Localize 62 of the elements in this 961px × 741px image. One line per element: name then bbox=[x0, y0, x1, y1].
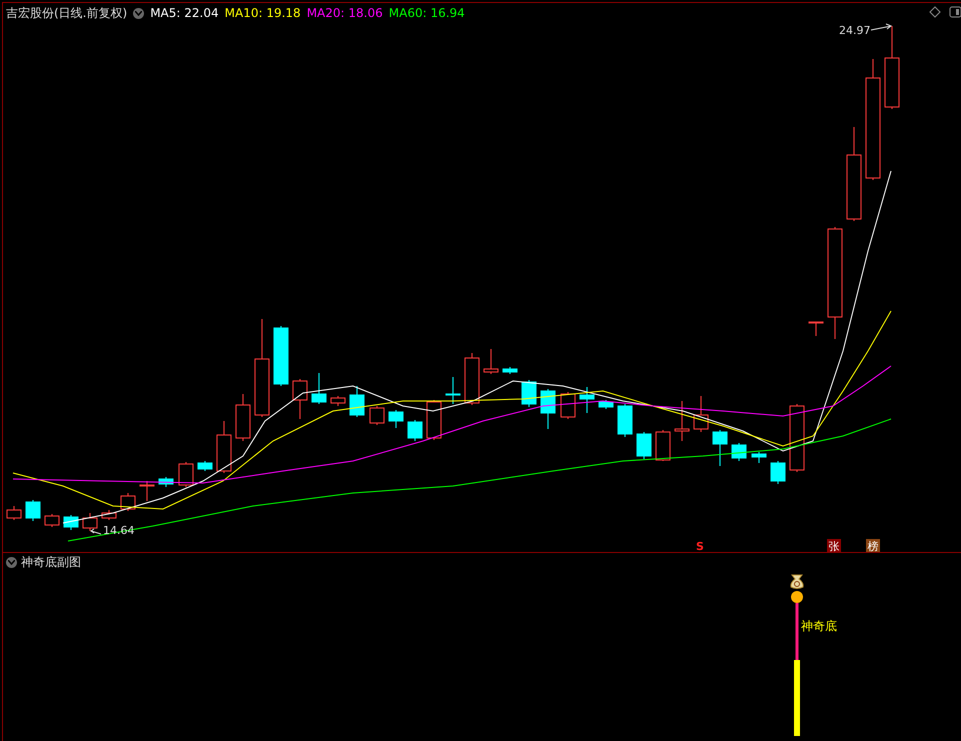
moving-average-legend: MA5: 22.04 bbox=[150, 6, 219, 20]
candlestick bbox=[808, 322, 824, 336]
signal-label: 神奇底 bbox=[801, 619, 837, 633]
candlestick bbox=[158, 476, 174, 488]
candlestick bbox=[82, 512, 98, 532]
candlestick bbox=[350, 386, 364, 418]
candlestick bbox=[656, 430, 670, 462]
candlestick bbox=[732, 442, 746, 462]
candlestick bbox=[140, 480, 154, 502]
candlestick bbox=[636, 432, 652, 460]
candlestick bbox=[64, 514, 78, 530]
leader-line bbox=[870, 24, 892, 30]
candlestick bbox=[178, 462, 194, 488]
candlestick bbox=[44, 514, 60, 528]
candlestick bbox=[330, 396, 346, 406]
dropdown-icon[interactable] bbox=[6, 556, 17, 568]
indicator-title: 神奇底副图 bbox=[21, 554, 81, 570]
candlestick bbox=[408, 420, 422, 442]
candlestick bbox=[102, 510, 116, 520]
candlestick bbox=[580, 386, 594, 414]
moving-average-legend: MA10: 19.18 bbox=[224, 6, 301, 20]
moving-average-legend: MA60: 16.94 bbox=[388, 6, 465, 20]
candlestick bbox=[484, 348, 498, 374]
dropdown-icon[interactable] bbox=[133, 8, 144, 18]
candlestick bbox=[216, 420, 232, 474]
signal-line bbox=[796, 603, 798, 660]
candlestick bbox=[6, 506, 22, 520]
candlestick bbox=[560, 392, 576, 420]
candlestick bbox=[426, 400, 442, 440]
money-bag-icon bbox=[790, 574, 804, 589]
fruit-icon bbox=[791, 591, 803, 603]
candlestick bbox=[540, 388, 556, 430]
candlestick bbox=[388, 410, 404, 428]
candlestick bbox=[618, 404, 632, 438]
candlestick bbox=[120, 492, 136, 512]
high-price-label: 24.97 bbox=[839, 24, 870, 37]
candlestick bbox=[370, 406, 384, 426]
candlestick bbox=[712, 430, 728, 466]
candlestick bbox=[522, 380, 536, 408]
stock-title: 吉宏股份(日线.前复权) bbox=[6, 4, 128, 22]
candlestick bbox=[752, 452, 766, 464]
candlestick bbox=[274, 326, 288, 386]
candlestick bbox=[694, 396, 708, 432]
candlestick bbox=[598, 400, 614, 410]
candlestick bbox=[198, 460, 212, 472]
signal-marker: S bbox=[696, 540, 704, 552]
candlestick bbox=[312, 372, 326, 404]
diamond-icon[interactable] bbox=[929, 6, 941, 18]
leader-line bbox=[90, 528, 102, 534]
candlestick bbox=[236, 394, 250, 442]
panel-toggle-icon[interactable] bbox=[949, 6, 961, 18]
candlestick bbox=[790, 404, 804, 472]
candlestick bbox=[292, 378, 308, 420]
moving-average-legend: MA20: 18.06 bbox=[306, 6, 383, 20]
candlestick bbox=[26, 500, 40, 522]
candlestick bbox=[770, 460, 786, 484]
signal-tag: 榜 bbox=[866, 539, 880, 552]
candlestick bbox=[674, 400, 690, 442]
candlestick bbox=[502, 366, 518, 374]
signal-tag: 张 bbox=[827, 539, 841, 552]
candlestick bbox=[446, 376, 460, 404]
candlestick bbox=[464, 352, 480, 406]
